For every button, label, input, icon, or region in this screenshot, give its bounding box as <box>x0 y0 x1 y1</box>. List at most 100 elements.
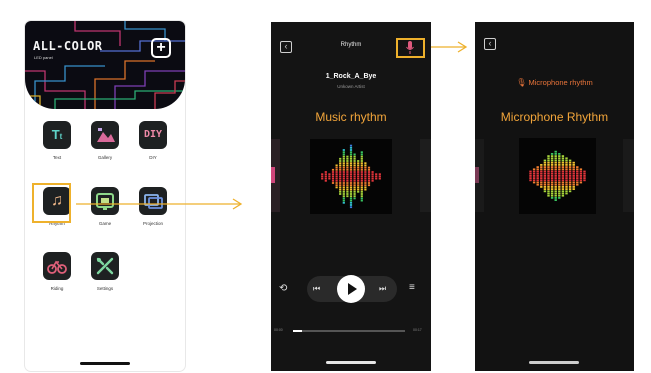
spectrum-cell <box>342 179 345 182</box>
spectrum-cell <box>367 177 371 180</box>
spectrum-cell <box>331 173 335 176</box>
spectrum-cell <box>558 164 561 166</box>
spectrum-cell <box>532 168 536 171</box>
progress-track[interactable] <box>293 330 405 332</box>
spectrum-cell <box>339 173 342 176</box>
spectrum-cell <box>529 175 532 177</box>
spectrum-cell <box>342 171 345 173</box>
spectrum-cell <box>550 166 554 168</box>
spectrum-cell <box>536 179 539 182</box>
playlist-icon[interactable]: ≡ <box>409 282 415 293</box>
spectrum-cell <box>349 206 353 209</box>
spectrum-cell <box>342 197 345 200</box>
spectrum-cell <box>342 175 345 178</box>
spectrum-cell <box>572 172 575 175</box>
spectrum-cell <box>353 193 356 195</box>
spectrum-cell <box>579 177 583 179</box>
microphone-icon[interactable] <box>405 41 415 55</box>
spectrum-cell <box>346 182 349 184</box>
spectrum-cell <box>378 173 381 176</box>
spectrum-cell <box>572 166 575 168</box>
spectrum-cell <box>353 162 356 165</box>
spectrum-cell <box>554 166 557 168</box>
spectrum-cell <box>532 175 536 177</box>
spectrum-cell <box>583 177 586 179</box>
spectrum-cell <box>357 168 360 171</box>
spectrum-cell <box>346 193 349 195</box>
spectrum-cell <box>565 183 568 186</box>
previous-track-icon[interactable]: ⏮ <box>313 284 320 294</box>
spectrum-cell <box>339 171 342 173</box>
spectrum-cell <box>360 164 363 167</box>
spectrum-cell <box>550 159 554 162</box>
spectrum-cell <box>342 188 345 191</box>
spectrum-cell <box>360 179 363 182</box>
spectrum-cell <box>342 184 345 187</box>
spectrum-cell <box>572 181 575 184</box>
spectrum-cell <box>561 175 565 177</box>
spectrum-cell <box>339 179 342 182</box>
next-track-icon[interactable]: ⏭ <box>379 284 386 294</box>
spectrum-cell <box>554 170 557 173</box>
spectrum-cell <box>371 177 374 180</box>
spectrum-cell <box>540 166 543 168</box>
spectrum-cell <box>568 190 572 193</box>
spectrum-cell <box>375 175 378 178</box>
spectrum-cell <box>360 186 363 189</box>
spectrum-cell <box>558 153 561 155</box>
spectrum-cell <box>565 181 568 184</box>
spectrum-cell <box>364 179 367 182</box>
spectrum-cell <box>357 190 360 193</box>
repeat-icon[interactable]: ⟲ <box>279 283 287 294</box>
spectrum-cell <box>371 171 374 173</box>
spectrum-cell <box>346 162 349 165</box>
play-button[interactable] <box>337 275 365 303</box>
spectrum-cell <box>565 166 568 168</box>
spectrum-cell <box>576 179 579 182</box>
back-icon[interactable]: ‹ <box>484 38 496 50</box>
spectrum-cell <box>367 182 371 184</box>
spectrum-cell <box>367 179 371 182</box>
spectrum-cell <box>568 159 572 162</box>
spectrum-cell <box>532 179 536 182</box>
spectrum-cell <box>540 164 543 166</box>
spectrum-cell <box>561 166 565 168</box>
spectrum-cell <box>547 179 550 182</box>
spectrum-cell <box>536 183 539 186</box>
spectrum-cell <box>550 161 554 164</box>
spectrum-cell <box>540 183 543 186</box>
spectrum-cell <box>357 173 360 176</box>
spectrum-cell <box>360 168 363 171</box>
spectrum-cell <box>364 166 367 169</box>
spectrum-cell <box>568 170 572 173</box>
spectrum-cell <box>565 170 568 173</box>
spectrum-cell <box>561 157 565 160</box>
spectrum-cell <box>349 201 353 204</box>
spectrum-cell <box>558 157 561 160</box>
spectrum-cell <box>349 184 353 187</box>
spectrum-cell <box>550 179 554 182</box>
spectrum-cell <box>554 181 557 184</box>
spectrum-cell <box>579 172 583 175</box>
spectrum-cell <box>543 181 547 184</box>
spectrum-cell <box>339 160 342 162</box>
spectrum-cell <box>558 168 561 171</box>
spectrum-cell <box>357 188 360 191</box>
spectrum-cell <box>339 157 342 160</box>
spectrum-cell <box>550 192 554 195</box>
spectrum-cell <box>360 173 363 176</box>
spectrum-cell <box>360 160 363 162</box>
spectrum-cell <box>349 151 353 154</box>
spectrum-cell <box>579 181 583 184</box>
spectrum-cell <box>360 166 363 169</box>
next-card[interactable] <box>420 139 431 212</box>
spectrum-cell <box>554 159 557 162</box>
spectrum-cell <box>536 181 539 184</box>
spectrum-cell <box>331 182 335 184</box>
spectrum-cell <box>558 192 561 195</box>
spectrum-cell <box>346 186 349 189</box>
spectrum-cell <box>353 164 356 167</box>
spectrum-cell <box>360 190 363 193</box>
spectrum-cell <box>550 188 554 190</box>
spectrum-cell <box>346 173 349 176</box>
